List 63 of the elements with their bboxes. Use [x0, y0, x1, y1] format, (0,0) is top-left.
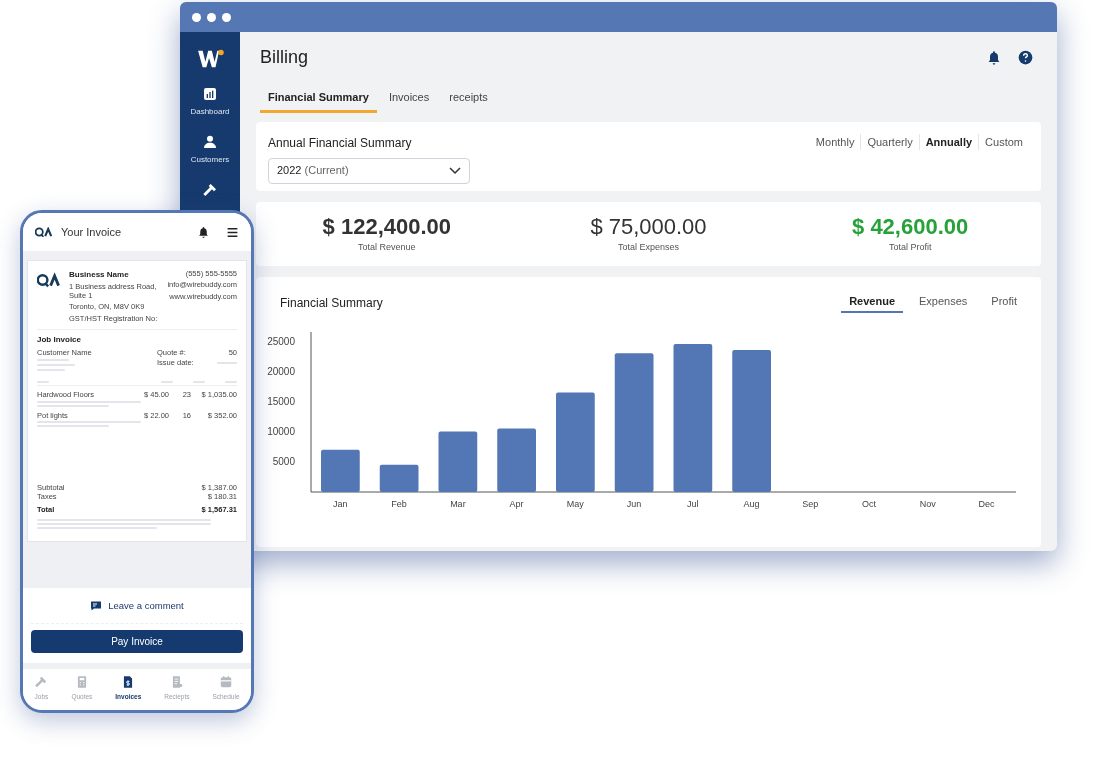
hammer-icon [202, 182, 218, 198]
total-amount: $ 122,400.00 [322, 213, 452, 241]
period-option[interactable]: Monthly [809, 133, 861, 150]
month-label: Jan [333, 499, 348, 509]
pay-invoice-button[interactable]: Pay Invoice [31, 630, 243, 654]
total-amount: $ 42,600.00 [852, 213, 969, 241]
month-label: Nov [919, 499, 936, 509]
total-label: Total Revenue [358, 240, 416, 254]
month-label: Oct [862, 499, 877, 509]
axis-tick-label: 20000 [267, 365, 295, 377]
month-label: Dec [978, 499, 995, 509]
hammer-icon [34, 675, 49, 690]
revenue-bar [379, 464, 419, 492]
month-label: Jul [687, 499, 699, 509]
axis-tick-label: 15000 [267, 395, 295, 407]
total-amount: $ 75,000.00 [590, 213, 707, 241]
invoice-heading: Job Invoice [37, 333, 82, 346]
phone-title: Your Invoice [61, 224, 123, 240]
sidebar-item[interactable]: Dashboard [190, 86, 230, 118]
business-name: Business Name [69, 269, 130, 281]
sidebar-item[interactable] [202, 182, 218, 198]
period-option[interactable]: Quarterly [860, 133, 919, 150]
revenue-bar [321, 449, 360, 492]
person-icon [202, 134, 218, 150]
tab[interactable]: receipts [441, 89, 496, 113]
comment-icon [90, 599, 103, 612]
period-option[interactable]: Custom [978, 133, 1029, 150]
month-label: Mar [450, 499, 466, 509]
bar-chart-icon [202, 86, 218, 102]
tab[interactable]: Financial Summary [260, 89, 377, 113]
month-label: Feb [391, 499, 407, 509]
total-label: Total Expenses [617, 240, 679, 254]
chevron-down-icon [449, 166, 461, 175]
calendar-icon [218, 675, 233, 690]
chart-tab[interactable]: Revenue [841, 292, 903, 313]
tab[interactable]: Invoices [380, 89, 438, 113]
revenue-bar [438, 431, 478, 492]
year-dropdown[interactable]: 2022 (Current) [268, 157, 470, 184]
axis-tick-label: 5000 [272, 456, 295, 468]
sidebar-item[interactable]: Customers [190, 134, 230, 166]
menu-icon[interactable] [226, 225, 239, 239]
month-label: Jun [626, 499, 642, 509]
month-label: May [566, 499, 584, 509]
help-icon[interactable] [1018, 50, 1033, 65]
chart-tab[interactable]: Profit [983, 292, 1025, 313]
axis-tick-label: 25000 [267, 335, 295, 347]
page-title: Billing [260, 46, 309, 69]
card-title: Annual Financial Summary [268, 134, 413, 152]
total-label: Total Profit [888, 240, 932, 254]
card-title: Financial Summary [279, 294, 383, 312]
logo-icon [37, 272, 61, 288]
leave-comment-button[interactable]: Leave a comment [31, 588, 243, 625]
month-label: Sep [802, 499, 819, 509]
period-option[interactable]: Annually [918, 133, 979, 150]
axis-tick-label: 10000 [267, 426, 295, 438]
month-label: Apr [509, 499, 524, 509]
notification-bell-icon[interactable] [986, 49, 1002, 66]
month-label: Aug [743, 499, 760, 509]
logo-icon[interactable] [196, 48, 224, 70]
notification-bell-icon[interactable] [197, 225, 210, 239]
chart-tab[interactable]: Expenses [911, 292, 976, 313]
revenue-bar [497, 428, 536, 492]
logo-icon [35, 227, 53, 237]
